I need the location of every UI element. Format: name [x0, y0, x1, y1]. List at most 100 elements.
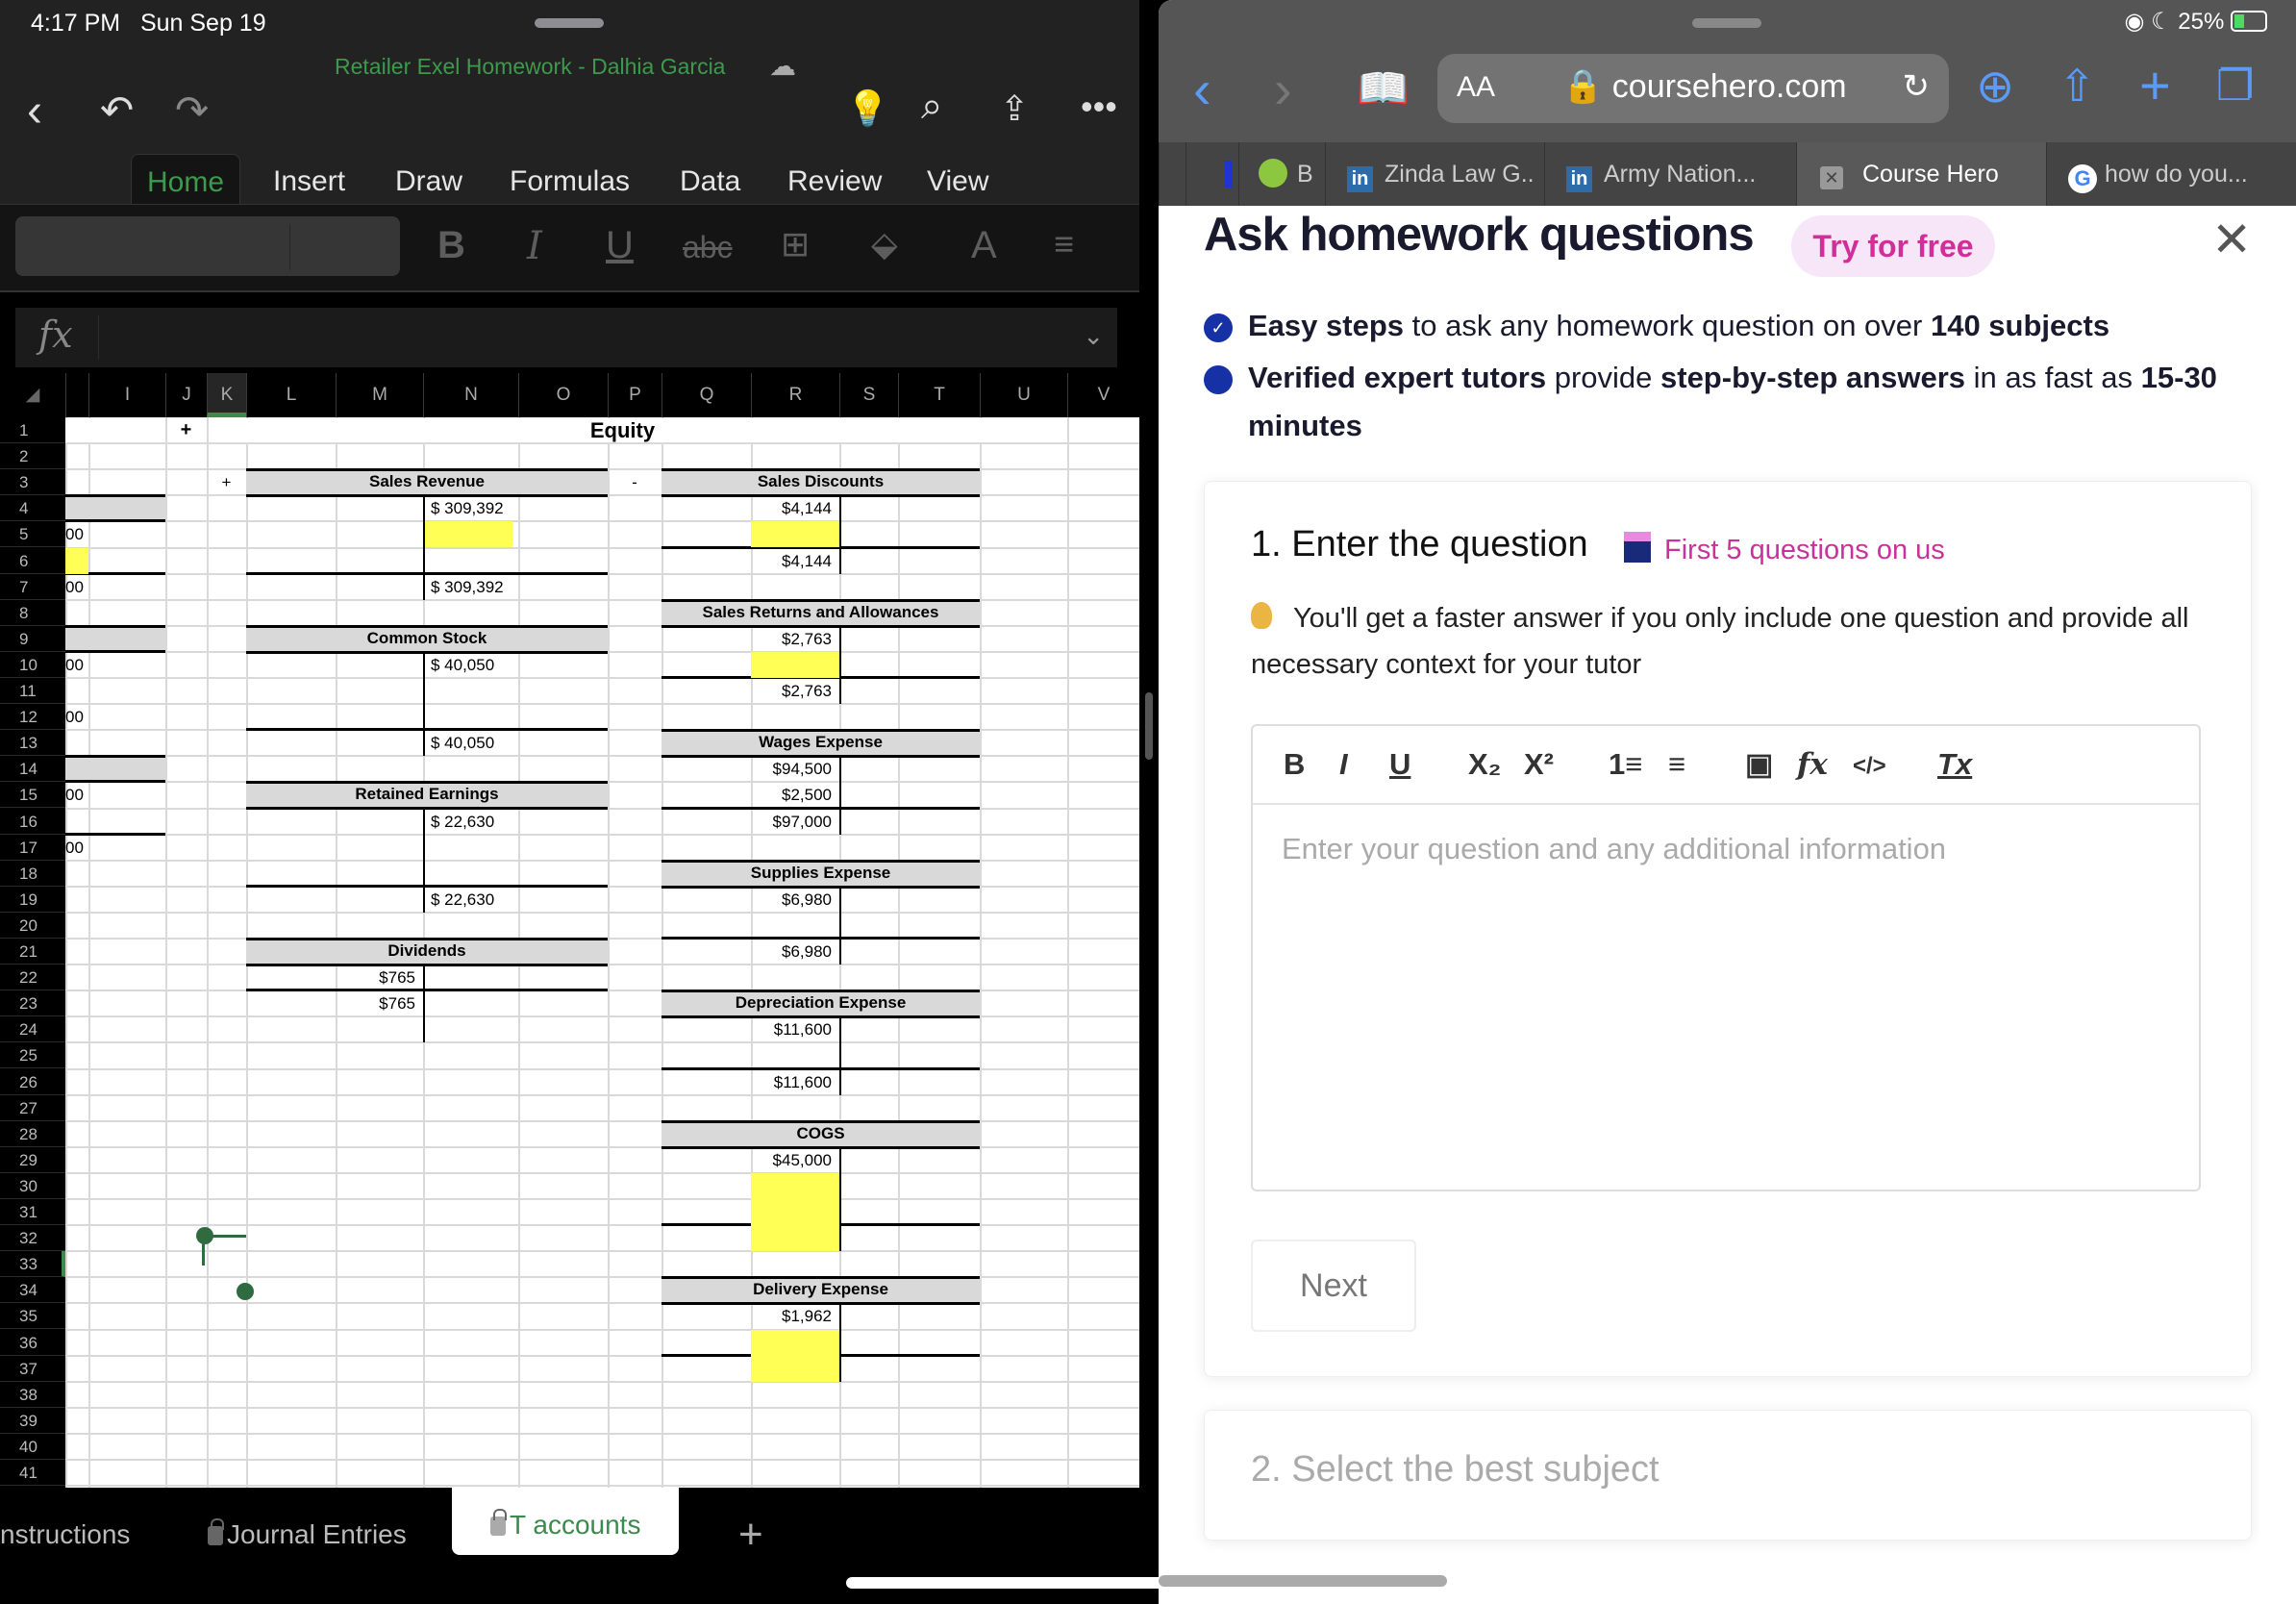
clear-format-button[interactable]: Tx [1937, 747, 1972, 782]
column-header[interactable]: J [165, 373, 207, 417]
image-button[interactable]: ▣ [1745, 747, 1773, 782]
column-header[interactable]: U [980, 373, 1067, 417]
bullet-list-button[interactable]: ≡ [1668, 747, 1685, 782]
row-header[interactable]: 20 [0, 913, 65, 939]
tab-data[interactable]: Data [680, 154, 740, 210]
italic-button[interactable]: I [527, 224, 542, 268]
row-header[interactable]: 31 [0, 1199, 65, 1225]
row-header[interactable]: 22 [0, 965, 65, 991]
row-header[interactable]: 34 [0, 1277, 65, 1304]
column-header[interactable]: Q [661, 373, 751, 417]
column-header[interactable]: R [751, 373, 839, 417]
close-tab-icon[interactable]: ✕ [1820, 166, 1843, 189]
row-header[interactable]: 10 [0, 652, 65, 678]
borders-icon[interactable]: ⊞ [781, 224, 810, 264]
italic-button[interactable]: I [1339, 747, 1348, 782]
tab-favicon-2[interactable] [1185, 142, 1238, 206]
column-header[interactable]: L [246, 373, 336, 417]
row-header[interactable]: 36 [0, 1330, 65, 1356]
subscript-button[interactable]: X₂ [1468, 747, 1501, 782]
reload-icon[interactable]: ↻ [1903, 67, 1931, 106]
tab-google-search[interactable]: Ghow do you... [2046, 142, 2296, 206]
row-header[interactable]: 27 [0, 1095, 65, 1121]
close-icon[interactable]: ✕ [2211, 212, 2252, 267]
new-tab-icon[interactable]: + [2139, 54, 2171, 116]
row-header[interactable]: 40 [0, 1434, 65, 1460]
next-button[interactable]: Next [1251, 1240, 1416, 1332]
row-header[interactable]: 28 [0, 1121, 65, 1147]
tab-favicon-1[interactable] [1159, 142, 1185, 206]
redo-icon[interactable]: ↷ [175, 87, 209, 134]
row-header[interactable]: 37 [0, 1356, 65, 1382]
question-editor[interactable]: B I U X₂ X² 1≡ ≡ ▣ fx </> Tx Enter your … [1251, 724, 2201, 1191]
ordered-list-button[interactable]: 1≡ [1609, 747, 1642, 782]
sheet-tab-t-accounts[interactable]: T accounts [452, 1488, 680, 1555]
divider-handle[interactable] [1145, 692, 1153, 760]
more-icon[interactable]: ••• [1081, 87, 1117, 127]
row-header[interactable]: 14 [0, 756, 65, 783]
row-header[interactable]: 39 [0, 1408, 65, 1434]
tab-home[interactable]: Home [131, 154, 241, 210]
row-header[interactable]: 21 [0, 939, 65, 965]
try-for-free-badge[interactable]: Try for free [1791, 215, 1995, 277]
row-header[interactable]: 32 [0, 1225, 65, 1252]
column-header[interactable]: V [1067, 373, 1139, 417]
split-view-divider[interactable] [1139, 0, 1159, 1604]
row-header[interactable]: 6 [0, 548, 65, 574]
tab-zinda-law[interactable]: in Zinda Law G.. [1325, 142, 1544, 206]
row-header[interactable]: 16 [0, 809, 65, 835]
strikethrough-button[interactable]: abc [683, 230, 733, 265]
row-header[interactable]: 23 [0, 990, 65, 1017]
row-header[interactable]: 25 [0, 1042, 65, 1069]
underline-button[interactable]: U [606, 224, 634, 267]
row-header[interactable]: 2 [0, 443, 65, 470]
select-all-corner[interactable]: ◢ [0, 373, 65, 417]
formula-button[interactable]: fx [1797, 747, 1828, 782]
code-button[interactable]: </> [1853, 753, 1886, 780]
row-header[interactable]: 8 [0, 600, 65, 626]
row-header[interactable]: 3 [0, 469, 65, 496]
row-header[interactable]: 15 [0, 782, 65, 809]
fill-color-icon[interactable]: ⬙ [871, 224, 898, 264]
column-header-h[interactable] [65, 373, 88, 417]
selection-handle-start[interactable] [196, 1227, 213, 1245]
column-header[interactable]: N [423, 373, 518, 417]
column-header[interactable]: P [608, 373, 661, 417]
row-header[interactable]: 18 [0, 861, 65, 887]
column-header[interactable]: S [839, 373, 898, 417]
row-header[interactable]: 17 [0, 835, 65, 861]
row-header[interactable]: 7 [0, 574, 65, 600]
share-icon[interactable]: ⇧ [2059, 60, 2096, 112]
row-header[interactable]: 29 [0, 1147, 65, 1173]
row-header[interactable]: 13 [0, 730, 65, 757]
row-header[interactable]: 9 [0, 626, 65, 652]
tabs-overview-icon[interactable]: ❐ [2216, 62, 2254, 111]
selection-handle-end[interactable] [237, 1283, 254, 1301]
multitask-grabber[interactable] [1692, 18, 1761, 28]
row-header[interactable]: 24 [0, 1016, 65, 1043]
column-header[interactable]: O [518, 373, 608, 417]
superscript-button[interactable]: X² [1524, 747, 1554, 782]
column-header-selected[interactable]: K [207, 373, 246, 417]
document-title[interactable]: Retailer Exel Homework - Dalhia Garcia [335, 54, 725, 80]
search-icon[interactable]: ⌕ [921, 85, 942, 128]
column-header[interactable]: I [88, 373, 165, 417]
row-header[interactable]: 4 [0, 495, 65, 522]
undo-icon[interactable]: ↶ [100, 87, 134, 134]
column-header[interactable]: T [898, 373, 980, 417]
url-text[interactable]: 🔒 coursehero.com [1562, 67, 1847, 106]
font-selector[interactable] [15, 216, 400, 276]
row-header[interactable]: 26 [0, 1069, 65, 1095]
tab-army-nation[interactable]: in Army Nation... [1544, 142, 1796, 206]
row-header[interactable]: 41 [0, 1460, 65, 1486]
formula-bar[interactable]: fx ⌄ [15, 308, 1117, 367]
row-header[interactable]: 35 [0, 1303, 65, 1330]
add-sheet-button[interactable]: + [738, 1507, 763, 1563]
tab-insert[interactable]: Insert [273, 154, 345, 210]
lightbulb-icon[interactable]: 💡 [846, 88, 889, 129]
row-header[interactable]: 11 [0, 678, 65, 704]
align-more-icon[interactable]: ≡ [1054, 224, 1074, 264]
tab-bartleby[interactable]: B [1238, 142, 1325, 206]
tab-draw[interactable]: Draw [395, 154, 462, 210]
chevron-down-icon[interactable]: ⌄ [1083, 321, 1104, 351]
